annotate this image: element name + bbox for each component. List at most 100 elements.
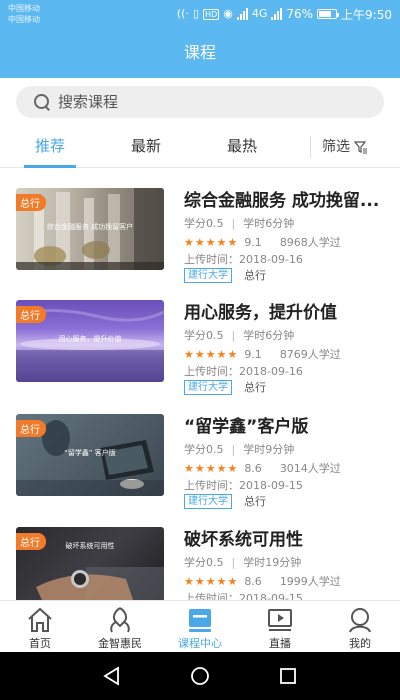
course-title[interactable]: 综合金融服务 成功挽留... bbox=[184, 186, 384, 211]
org-label: 建行大学 bbox=[184, 379, 232, 395]
course-meta: 学分0.5 | 学时6分钟 bbox=[184, 329, 295, 342]
course-upload-date: 上传时间：2018-09-15 bbox=[184, 479, 303, 492]
course-title[interactable]: 用心服务，提升价值 bbox=[184, 298, 384, 323]
nav-jinzhi[interactable]: 金智惠民 bbox=[80, 601, 160, 653]
course-upload-date: 上传时间：2018-09-16 bbox=[184, 253, 303, 266]
course-learners: 1999人学过 bbox=[279, 575, 341, 588]
course-meta: 学分0.5 | 学时6分钟 bbox=[184, 217, 295, 230]
nav-label: 课程中心 bbox=[178, 637, 222, 650]
course-item[interactable]: “留学鑫” 客户版 总行 “留学鑫”客户版 学分0.5 | 学时9分钟 ★★★★★ 8… bbox=[0, 414, 400, 526]
search-icon bbox=[34, 94, 50, 110]
nav-profile[interactable]: 我的 bbox=[320, 601, 400, 653]
tab-recommended[interactable]: 推荐 bbox=[14, 126, 86, 168]
hd-icon: HD bbox=[203, 8, 220, 20]
recents-icon[interactable] bbox=[276, 664, 300, 688]
profile-icon bbox=[349, 608, 371, 633]
search-input[interactable] bbox=[58, 93, 338, 111]
course-hours: 学时6分钟 bbox=[243, 217, 295, 230]
filter-button[interactable]: 筛选 bbox=[322, 126, 368, 168]
thumbnail-caption: 综合金融服务 成功挽留客户 bbox=[46, 223, 134, 231]
course-credit: 学分0.5 bbox=[184, 329, 224, 342]
home-circle-icon[interactable] bbox=[188, 664, 212, 688]
course-credit: 学分0.5 bbox=[184, 217, 224, 230]
course-hours: 学时19分钟 bbox=[243, 556, 302, 569]
course-center-icon bbox=[189, 609, 211, 632]
course-credit: 学分0.5 bbox=[184, 556, 224, 569]
course-tag: 总行 bbox=[16, 533, 46, 550]
course-rating: ★★★★★ 8.6 3014人学过 bbox=[184, 460, 341, 476]
course-learners: 8968人学过 bbox=[279, 236, 341, 249]
course-title[interactable]: “留学鑫”客户版 bbox=[184, 412, 384, 437]
course-labels: 建行大学 总行 bbox=[184, 379, 266, 395]
course-labels: 建行大学 总行 bbox=[184, 267, 266, 283]
course-item[interactable]: 综合金融服务 成功挽留客户 总行 综合金融服务 成功挽留... 学分0.5 | 学时… bbox=[0, 188, 400, 300]
back-icon[interactable] bbox=[100, 664, 124, 688]
rating-stars-icon: ★★★★★ bbox=[184, 347, 239, 361]
rating-stars-icon: ★★★★★ bbox=[184, 235, 239, 249]
page-title: 课程 bbox=[0, 28, 400, 78]
course-item[interactable]: 用心服务，提升价值 总行 用心服务，提升价值 学分0.5 | 学时6分钟 ★★★★★… bbox=[0, 300, 400, 412]
live-icon bbox=[268, 609, 292, 631]
course-title[interactable]: 破坏系统可用性 bbox=[184, 525, 384, 550]
course-meta: 学分0.5 | 学时9分钟 bbox=[184, 443, 295, 456]
nav-label: 直播 bbox=[269, 637, 291, 650]
course-learners: 3014人学过 bbox=[279, 462, 341, 475]
nav-live[interactable]: 直播 bbox=[240, 601, 320, 653]
carrier-label: 中国移动 bbox=[8, 15, 40, 24]
course-tag: 总行 bbox=[16, 194, 46, 211]
course-thumbnail: 用心服务，提升价值 总行 bbox=[16, 300, 164, 382]
rating-stars-icon: ★★★★★ bbox=[184, 574, 239, 588]
rating-stars-icon: ★★★★★ bbox=[184, 461, 239, 475]
eye-icon: ◉ bbox=[223, 7, 233, 20]
nav-label: 我的 bbox=[349, 637, 371, 650]
signal-icon bbox=[236, 8, 248, 20]
signal-icon bbox=[271, 8, 283, 20]
course-score: 9.1 bbox=[244, 347, 262, 361]
org-label: 建行大学 bbox=[184, 493, 232, 509]
level-label: 总行 bbox=[244, 495, 266, 508]
course-hours: 学时9分钟 bbox=[243, 443, 295, 456]
tab-bar: 推荐 最新 最热 筛选 bbox=[0, 126, 400, 168]
home-icon bbox=[28, 607, 52, 632]
battery-icon bbox=[317, 9, 340, 19]
course-thumbnail: 综合金融服务 成功挽留客户 总行 bbox=[16, 188, 164, 270]
thumbnail-caption: “留学鑫” 客户版 bbox=[64, 449, 116, 457]
course-meta: 学分0.5 | 学时19分钟 bbox=[184, 556, 302, 569]
course-labels: 建行大学 总行 bbox=[184, 493, 266, 509]
course-learners: 8769人学过 bbox=[279, 348, 341, 361]
status-bar: 中国移动 中国移动 ((· ▯ HD ◉ 4G 76% 上午9:50 bbox=[0, 0, 400, 28]
clock: 上午9:50 bbox=[341, 7, 392, 22]
course-hours: 学时6分钟 bbox=[243, 329, 295, 342]
search-bar[interactable] bbox=[16, 86, 384, 118]
jinzhi-logo-icon bbox=[110, 607, 130, 633]
course-thumbnail: 破坏系统可用性 总行 bbox=[16, 527, 164, 609]
course-upload-date: 上传时间：2018-09-16 bbox=[184, 365, 303, 378]
nfc-icon: ((· bbox=[176, 7, 189, 20]
thumbnail-caption: 用心服务，提升价值 bbox=[58, 335, 122, 343]
org-label: 建行大学 bbox=[184, 267, 232, 283]
level-label: 总行 bbox=[244, 269, 266, 282]
tab-hottest[interactable]: 最热 bbox=[206, 126, 278, 168]
filter-label: 筛选 bbox=[322, 139, 350, 155]
bottom-nav: 首页 金智惠民 课程中心 直播 我的 bbox=[0, 600, 400, 652]
course-rating: ★★★★★ 9.1 8968人学过 bbox=[184, 234, 341, 250]
nav-label: 首页 bbox=[29, 637, 51, 650]
tab-divider bbox=[310, 136, 311, 158]
course-rating: ★★★★★ 8.6 1999人学过 bbox=[184, 573, 341, 589]
course-rating: ★★★★★ 9.1 8769人学过 bbox=[184, 346, 341, 362]
carrier-label: 中国移动 bbox=[8, 4, 40, 13]
level-label: 总行 bbox=[244, 381, 266, 394]
course-score: 8.6 bbox=[244, 461, 262, 475]
funnel-icon bbox=[354, 141, 367, 154]
course-credit: 学分0.5 bbox=[184, 443, 224, 456]
vibrate-icon: ▯ bbox=[192, 7, 200, 20]
nav-course-center[interactable]: 课程中心 bbox=[160, 601, 240, 653]
course-score: 9.1 bbox=[244, 235, 262, 249]
course-score: 8.6 bbox=[244, 574, 262, 588]
course-tag: 总行 bbox=[16, 420, 46, 437]
network-4g-icon: 4G bbox=[251, 7, 268, 20]
battery-percent: 76% bbox=[286, 7, 314, 21]
nav-home[interactable]: 首页 bbox=[0, 601, 80, 653]
tab-newest[interactable]: 最新 bbox=[110, 126, 182, 168]
course-tag: 总行 bbox=[16, 306, 46, 323]
